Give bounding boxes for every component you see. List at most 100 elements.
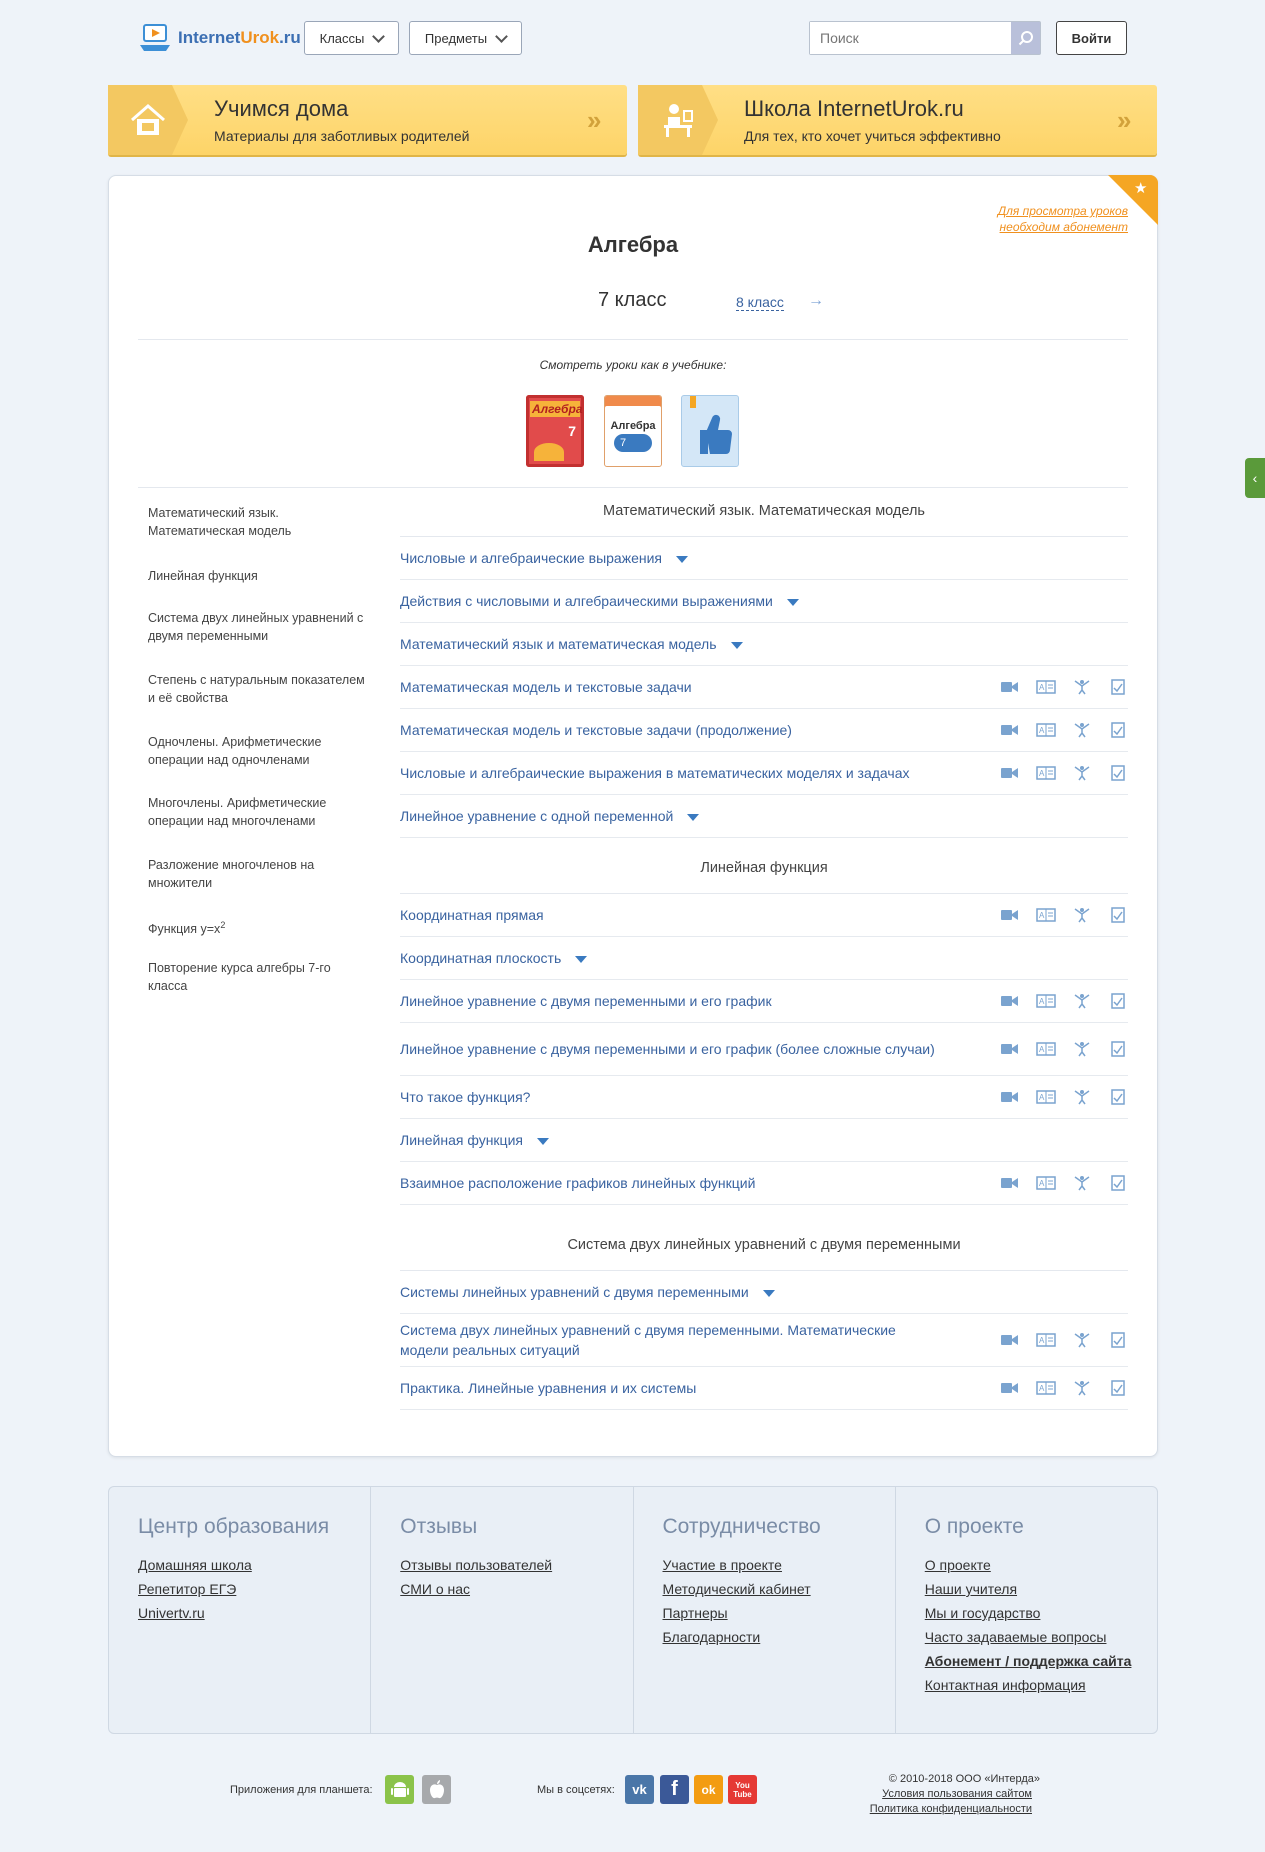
test-icon[interactable] [1108, 1089, 1128, 1105]
expand-triangle-icon[interactable] [730, 641, 743, 649]
trainer-icon[interactable] [1072, 1175, 1092, 1191]
apple-icon[interactable] [422, 1775, 451, 1804]
text-icon[interactable]: A [1036, 1089, 1056, 1105]
lesson-row[interactable]: Линейная функция [400, 1120, 1128, 1162]
lesson-row[interactable]: Линейное уравнение с двумя переменными и… [400, 980, 1128, 1023]
test-icon[interactable] [1108, 1332, 1128, 1348]
sidebar-item[interactable]: Одночлены. Арифметические операции над о… [148, 733, 368, 769]
lesson-row[interactable]: Математическая модель и текстовые задачи… [400, 666, 1128, 709]
terms-link[interactable]: Условия пользования сайтом [850, 1788, 1032, 1800]
lesson-row[interactable]: Математический язык и математическая мод… [400, 623, 1128, 666]
vk-icon[interactable]: vk [625, 1775, 654, 1804]
video-icon[interactable] [1000, 907, 1020, 923]
sidebar-item[interactable]: Математический язык. Математическая моде… [148, 504, 368, 540]
lesson-title[interactable]: Действия с числовыми и алгебраическими в… [400, 591, 1128, 611]
trainer-icon[interactable] [1072, 722, 1092, 738]
sidebar-item[interactable]: Система двух линейных уравнений с двумя … [148, 609, 368, 645]
facebook-icon[interactable]: f [660, 1775, 689, 1804]
test-icon[interactable] [1108, 1041, 1128, 1057]
footer-link[interactable]: Univertv.ru [138, 1605, 370, 1621]
lesson-title[interactable]: Что такое функция? [400, 1087, 1000, 1107]
footer-link[interactable]: Часто задаваемые вопросы [925, 1629, 1157, 1645]
test-icon[interactable] [1108, 1175, 1128, 1191]
lesson-row[interactable]: Действия с числовыми и алгебраическими в… [400, 580, 1128, 623]
trainer-icon[interactable] [1072, 1089, 1092, 1105]
lesson-row[interactable]: Линейное уравнение с двумя переменными и… [400, 1023, 1128, 1076]
test-icon[interactable] [1108, 1380, 1128, 1396]
video-icon[interactable] [1000, 1175, 1020, 1191]
lesson-row[interactable]: Координатная плоскость [400, 937, 1128, 980]
video-icon[interactable] [1000, 722, 1020, 738]
lesson-title[interactable]: Взаимное расположение графиков линейных … [400, 1173, 1000, 1193]
search-button[interactable] [1011, 22, 1040, 54]
lesson-title[interactable]: Координатная плоскость [400, 948, 1128, 968]
text-icon[interactable]: A [1036, 1332, 1056, 1348]
lesson-row[interactable]: Взаимное расположение графиков линейных … [400, 1163, 1128, 1205]
expand-triangle-icon[interactable] [676, 555, 689, 563]
text-icon[interactable]: A [1036, 907, 1056, 923]
lesson-title[interactable]: Линейное уравнение с двумя переменными и… [400, 1039, 935, 1059]
subscription-note-link[interactable]: Для просмотра уроков необходим абонемент [960, 203, 1128, 235]
trainer-icon[interactable] [1072, 765, 1092, 781]
footer-link[interactable]: Контактная информация [925, 1677, 1157, 1693]
test-icon[interactable] [1108, 765, 1128, 781]
text-icon[interactable]: A [1036, 993, 1056, 1009]
video-icon[interactable] [1000, 1041, 1020, 1057]
lesson-title[interactable]: Линейное уравнение с одной переменной [400, 806, 1128, 826]
textbook-cover-1[interactable]: Алгебра 7 [526, 395, 584, 467]
expand-triangle-icon[interactable] [762, 1289, 775, 1297]
footer-link[interactable]: Домашняя школа [138, 1557, 370, 1573]
trainer-icon[interactable] [1072, 1332, 1092, 1348]
video-icon[interactable] [1000, 679, 1020, 695]
video-icon[interactable] [1000, 1089, 1020, 1105]
footer-link[interactable]: Наши учителя [925, 1581, 1157, 1597]
video-icon[interactable] [1000, 1380, 1020, 1396]
footer-link[interactable]: Благодарности [663, 1629, 895, 1645]
test-icon[interactable] [1108, 679, 1128, 695]
footer-link[interactable]: Мы и государство [925, 1605, 1157, 1621]
lesson-row[interactable]: Числовые и алгебраические выражения в ма… [400, 752, 1128, 795]
expand-triangle-icon[interactable] [536, 1138, 549, 1146]
next-grade-link[interactable]: 8 класс [736, 294, 784, 311]
lesson-row[interactable]: Математическая модель и текстовые задачи… [400, 709, 1128, 752]
lesson-row[interactable]: Системы линейных уравнений с двумя перем… [400, 1271, 1128, 1314]
android-icon[interactable] [385, 1775, 414, 1804]
lesson-title[interactable]: Линейное уравнение с двумя переменными и… [400, 991, 1000, 1011]
lesson-title[interactable]: Система двух линейных уравнений с двумя … [400, 1320, 940, 1360]
footer-link[interactable]: Методический кабинет [663, 1581, 895, 1597]
test-icon[interactable] [1108, 993, 1128, 1009]
video-icon[interactable] [1000, 1332, 1020, 1348]
footer-link[interactable]: Отзывы пользователей [400, 1557, 632, 1573]
sidebar-item[interactable]: Разложение многочленов на множители [148, 856, 368, 892]
search-input[interactable] [810, 22, 1011, 54]
trainer-icon[interactable] [1072, 1041, 1092, 1057]
subjects-dropdown[interactable]: Предметы [409, 21, 522, 55]
test-icon[interactable] [1108, 907, 1128, 923]
sidebar-item[interactable]: Линейная функция [148, 567, 368, 585]
textbook-cover-2[interactable]: Алгебра 7 [604, 395, 662, 467]
footer-link[interactable]: О проекте [925, 1557, 1157, 1573]
site-logo[interactable]: InternetUrok.ru [138, 20, 301, 56]
classes-dropdown[interactable]: Классы [304, 21, 399, 55]
youtube-icon[interactable]: You Tube [728, 1775, 757, 1804]
lesson-row[interactable]: Что такое функция? A [400, 1077, 1128, 1119]
trainer-icon[interactable] [1072, 679, 1092, 695]
footer-link[interactable]: Партнеры [663, 1605, 895, 1621]
text-icon[interactable]: A [1036, 1380, 1056, 1396]
footer-link[interactable]: Репетитор ЕГЭ [138, 1581, 370, 1597]
lesson-title[interactable]: Математическая модель и текстовые задачи… [400, 720, 1000, 740]
lesson-row[interactable]: Система двух линейных уравнений с двумя … [400, 1314, 1128, 1367]
sidebar-item-function-square[interactable]: Функция y=x2 [148, 916, 368, 938]
privacy-link[interactable]: Политика конфиденциальности [850, 1803, 1032, 1815]
footer-link[interactable]: СМИ о нас [400, 1581, 632, 1597]
expand-triangle-icon[interactable] [575, 955, 588, 963]
textbook-cover-thumbs-up[interactable] [681, 395, 739, 467]
video-icon[interactable] [1000, 765, 1020, 781]
text-icon[interactable]: A [1036, 765, 1056, 781]
trainer-icon[interactable] [1072, 907, 1092, 923]
lesson-title[interactable]: Координатная прямая [400, 905, 1000, 925]
sidebar-item[interactable]: Повторение курса алгебры 7-го класса [148, 959, 368, 995]
text-icon[interactable]: A [1036, 679, 1056, 695]
test-icon[interactable] [1108, 722, 1128, 738]
lesson-row[interactable]: Практика. Линейные уравнения и их систем… [400, 1368, 1128, 1410]
